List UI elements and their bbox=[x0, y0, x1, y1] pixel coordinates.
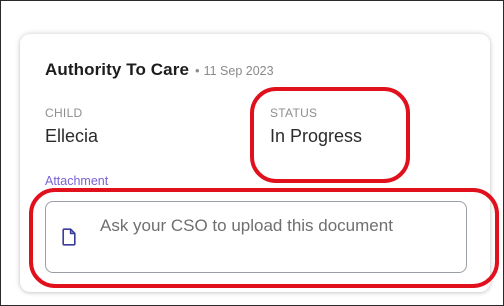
card-title: Authority To Care bbox=[45, 60, 190, 79]
screenshot-frame: Authority To Care • 11 Sep 2023 CHILD El… bbox=[0, 0, 504, 306]
attachment-box[interactable]: Ask your CSO to upload this document bbox=[45, 201, 467, 273]
attachment-label: Attachment bbox=[45, 174, 109, 188]
card-date: 11 Sep 2023 bbox=[203, 64, 274, 78]
child-value: Ellecia bbox=[45, 126, 99, 146]
status-value: In Progress bbox=[270, 126, 363, 146]
card-header: Authority To Care • 11 Sep 2023 bbox=[45, 60, 274, 80]
child-label: CHILD bbox=[45, 106, 83, 120]
title-separator: • bbox=[195, 63, 200, 78]
authority-card: Authority To Care • 11 Sep 2023 CHILD El… bbox=[20, 34, 490, 292]
status-label: STATUS bbox=[270, 106, 318, 120]
attachment-message: Ask your CSO to upload this document bbox=[100, 216, 393, 235]
document-icon bbox=[62, 228, 76, 246]
